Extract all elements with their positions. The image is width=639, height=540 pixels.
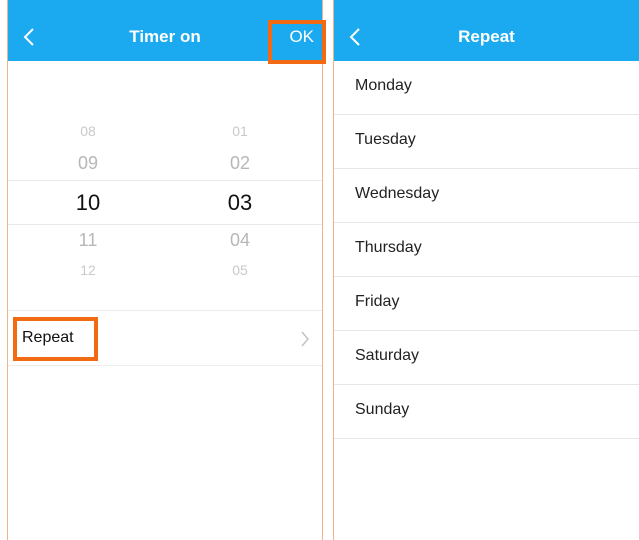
picker-divider (8, 224, 322, 225)
minute-option[interactable]: 05 (190, 262, 290, 278)
day-item-monday[interactable]: Monday (334, 61, 639, 115)
hour-option[interactable]: 08 (38, 123, 138, 139)
chevron-right-icon (301, 331, 309, 347)
day-label: Saturday (355, 347, 420, 364)
day-label: Thursday (355, 239, 422, 256)
hour-option[interactable]: 11 (38, 230, 138, 251)
page-title: Timer on (129, 27, 201, 46)
repeat-row[interactable]: Repeat (8, 310, 322, 366)
hour-option[interactable]: 12 (38, 262, 138, 278)
day-item-sunday[interactable]: Sunday (334, 385, 639, 439)
day-item-saturday[interactable]: Saturday (334, 331, 639, 385)
picker-divider (8, 180, 322, 181)
day-item-thursday[interactable]: Thursday (334, 223, 639, 277)
minute-selected[interactable]: 03 (190, 190, 290, 216)
navbar: Repeat (334, 12, 639, 61)
day-label: Friday (355, 293, 400, 310)
day-item-wednesday[interactable]: Wednesday (334, 169, 639, 223)
minute-option[interactable]: 01 (190, 123, 290, 139)
minute-option[interactable]: 04 (190, 230, 290, 251)
repeat-screen: Repeat Monday Tuesday Wednesday Thursday… (333, 0, 639, 540)
ok-button[interactable]: OK (289, 26, 314, 48)
day-label: Sunday (355, 401, 410, 418)
navbar: Timer on OK (8, 12, 322, 61)
repeat-label: Repeat (22, 329, 74, 346)
minute-option[interactable]: 02 (190, 153, 290, 174)
day-label: Tuesday (355, 131, 416, 148)
timer-screen: Timer on OK 08 09 10 11 12 01 02 03 04 0… (7, 0, 323, 540)
status-bar (8, 0, 322, 12)
day-label: Wednesday (355, 185, 440, 202)
day-item-tuesday[interactable]: Tuesday (334, 115, 639, 169)
day-item-friday[interactable]: Friday (334, 277, 639, 331)
hour-selected[interactable]: 10 (38, 190, 138, 216)
day-label: Monday (355, 77, 412, 94)
status-bar (334, 0, 639, 12)
page-title: Repeat (458, 27, 515, 46)
hour-option[interactable]: 09 (38, 153, 138, 174)
